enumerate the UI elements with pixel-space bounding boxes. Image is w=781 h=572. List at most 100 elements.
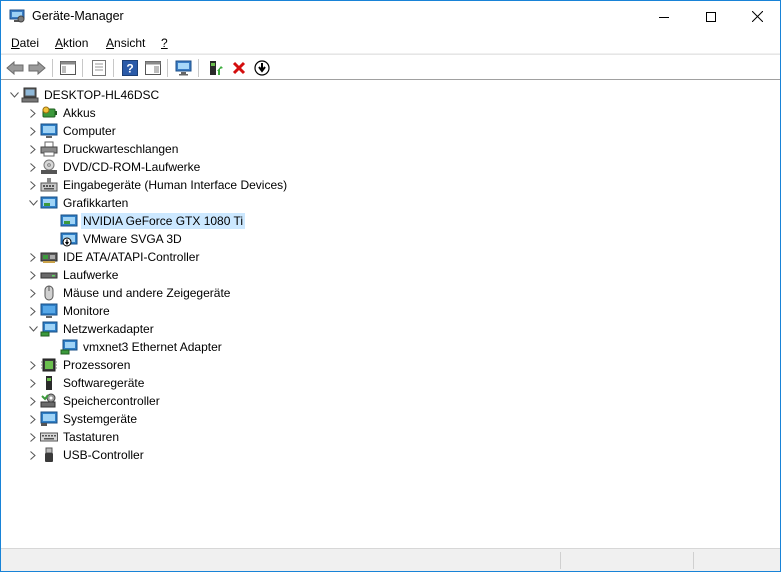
properties-button[interactable] [89, 58, 109, 78]
back-icon [6, 61, 24, 75]
tree-item-ide-ata-atapi-controller[interactable]: IDE ATA/ATAPI-Controller [26, 248, 201, 266]
chevron-right-icon[interactable] [26, 356, 40, 374]
printer-icon [40, 141, 58, 157]
chevron-right-icon[interactable] [26, 374, 40, 392]
tree-item-grafikkarten[interactable]: Grafikkarten [26, 194, 130, 212]
toolbar-separator [167, 59, 168, 77]
display-adapter-icon [60, 213, 78, 229]
show-hide-console-tree-icon [60, 61, 76, 75]
computer-icon [40, 123, 58, 139]
maximize-button[interactable] [688, 1, 734, 32]
chevron-right-icon[interactable] [26, 446, 40, 464]
battery-icon [40, 105, 58, 121]
chevron-right-icon[interactable] [26, 176, 40, 194]
window-title: Geräte-Manager [32, 9, 124, 23]
tree-item-tastaturen[interactable]: Tastaturen [26, 428, 121, 446]
monitor-icon [40, 303, 58, 319]
chevron-right-icon[interactable] [26, 140, 40, 158]
processor-icon [40, 357, 58, 373]
close-button[interactable] [734, 1, 780, 32]
menu-aktion[interactable]: Aktion [55, 36, 88, 50]
menu-datei[interactable]: Datei [11, 36, 39, 50]
tree-item-nvidia-geforce-gtx-1080-ti[interactable]: NVIDIA GeForce GTX 1080 Ti [60, 212, 246, 230]
tree-root[interactable]: DESKTOP-HL46DSC [7, 86, 161, 104]
tree-item-maeuse-zeigegeraete[interactable]: Mäuse und andere Zeigegeräte [26, 284, 232, 302]
disable-device-button[interactable] [252, 58, 272, 78]
device-tree[interactable]: DESKTOP-HL46DSC Akkus Computer Druckwart… [1, 81, 780, 547]
tree-item-usb-controller[interactable]: USB-Controller [26, 446, 146, 464]
chevron-right-icon[interactable] [26, 104, 40, 122]
chevron-right-icon[interactable] [26, 410, 40, 428]
tree-item-softwaregeraete[interactable]: Softwaregeräte [26, 374, 146, 392]
tree-item-prozessoren[interactable]: Prozessoren [26, 356, 132, 374]
device-manager-app-icon [9, 9, 25, 23]
tree-item-computer[interactable]: Computer [26, 122, 118, 140]
uninstall-device-button[interactable] [229, 58, 249, 78]
back-button[interactable] [5, 58, 25, 78]
menu-help[interactable]: ? [161, 36, 168, 50]
tree-root-label: DESKTOP-HL46DSC [44, 88, 160, 102]
keyboard-icon [40, 429, 58, 445]
disable-device-icon [254, 60, 270, 76]
tree-item-netzwerkadapter[interactable]: Netzwerkadapter [26, 320, 156, 338]
properties-icon [92, 60, 106, 76]
chevron-down-icon[interactable] [26, 320, 40, 338]
chevron-right-icon[interactable] [26, 248, 40, 266]
status-bar-divider [560, 552, 561, 569]
minimize-button[interactable] [641, 1, 687, 32]
chevron-right-icon[interactable] [26, 122, 40, 140]
title-bar[interactable]: Geräte-Manager [1, 1, 780, 32]
chevron-down-icon[interactable] [7, 86, 21, 104]
forward-icon [28, 61, 46, 75]
tree-item-dvd-laufwerke[interactable]: DVD/CD-ROM-Laufwerke [26, 158, 202, 176]
action-pane-button[interactable] [143, 58, 163, 78]
forward-button[interactable] [27, 58, 47, 78]
help-button[interactable]: ? [120, 58, 140, 78]
help-icon: ? [122, 60, 138, 76]
chevron-right-icon[interactable] [26, 266, 40, 284]
display-adapter-icon [40, 195, 58, 211]
uninstall-icon [232, 61, 246, 75]
tree-item-systemgeraete[interactable]: Systemgeräte [26, 410, 139, 428]
chevron-right-icon[interactable] [26, 392, 40, 410]
tree-item-monitore[interactable]: Monitore [26, 302, 112, 320]
minimize-icon [659, 16, 669, 18]
tree-item-vmxnet3-ethernet-adapter[interactable]: vmxnet3 Ethernet Adapter [60, 338, 224, 356]
software-device-icon [40, 375, 58, 391]
device-manager-window: Geräte-Manager Datei Aktion Ansicht ? ? … [0, 0, 781, 572]
scan-hardware-button[interactable] [174, 58, 194, 78]
tree-item-laufwerke[interactable]: Laufwerke [26, 266, 120, 284]
toolbar-separator [82, 59, 83, 77]
toolbar-separator [113, 59, 114, 77]
update-driver-icon [210, 61, 223, 75]
show-hide-console-tree-button[interactable] [58, 58, 78, 78]
display-adapter-disabled-icon [60, 231, 78, 247]
tree-item-eingabegeraete[interactable]: Eingabegeräte (Human Interface Devices) [26, 176, 289, 194]
toolbar-separator [52, 59, 53, 77]
chevron-down-icon[interactable] [26, 194, 40, 212]
tree-item-druckwarteschlangen[interactable]: Druckwarteschlangen [26, 140, 180, 158]
chevron-right-icon[interactable] [26, 302, 40, 320]
toolbar-separator [198, 59, 199, 77]
menu-ansicht[interactable]: Ansicht [106, 36, 145, 50]
tree-item-akkus[interactable]: Akkus [26, 104, 98, 122]
computer-icon [21, 87, 39, 103]
tree-item-speichercontroller[interactable]: Speichercontroller [26, 392, 162, 410]
toolbar: ? [1, 54, 780, 80]
ide-controller-icon [40, 249, 58, 265]
usb-icon [40, 447, 58, 463]
action-pane-icon [145, 61, 161, 75]
chevron-right-icon[interactable] [26, 158, 40, 176]
status-bar-divider [693, 552, 694, 569]
network-adapter-icon [60, 339, 78, 355]
storage-controller-icon [40, 393, 58, 409]
chevron-right-icon[interactable] [26, 428, 40, 446]
update-driver-button[interactable] [206, 58, 226, 78]
system-device-icon [40, 411, 58, 427]
menu-bar: Datei Aktion Ansicht ? [1, 32, 780, 54]
tree-item-vmware-svga-3d[interactable]: VMware SVGA 3D [60, 230, 184, 248]
status-bar [1, 548, 780, 571]
svg-text:?: ? [126, 62, 133, 76]
close-icon [751, 11, 763, 22]
chevron-right-icon[interactable] [26, 284, 40, 302]
